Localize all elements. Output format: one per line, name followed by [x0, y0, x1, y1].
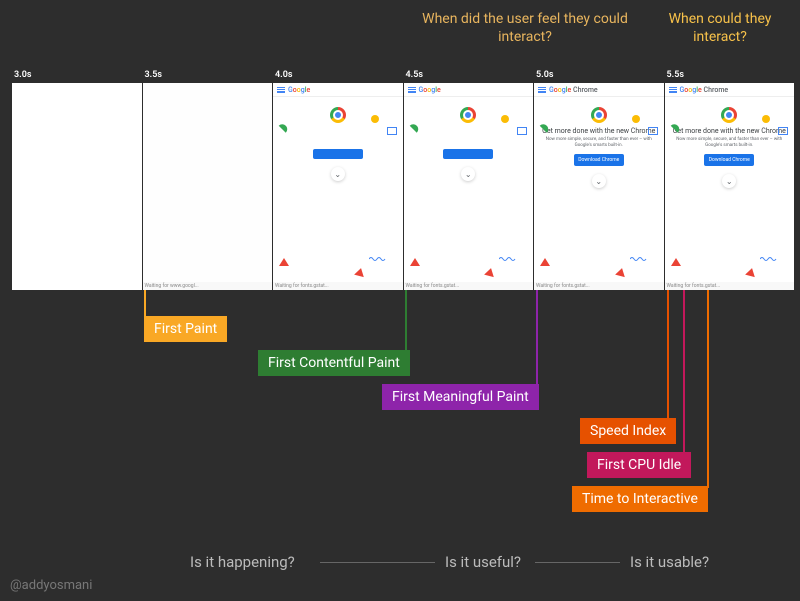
header-question-feel: When did the user feel they could intera…: [415, 10, 635, 46]
deco-rect: [648, 127, 658, 135]
time-label: 5.0s: [534, 70, 664, 80]
screenshot-partial: Google ⌄ Waiting for fonts.gstat...: [273, 83, 403, 290]
screenshot-partial: Google ⌄ Waiting for fonts.gstat...: [404, 83, 534, 290]
divider-line: [535, 562, 620, 563]
deco-rect: [387, 127, 397, 135]
divider-line: [320, 562, 435, 563]
time-label: 3.0s: [12, 70, 142, 80]
footer-question-usable: Is it usable?: [630, 553, 709, 571]
marker-line-fp: [144, 290, 146, 318]
deco-triangle: [410, 258, 420, 266]
deco-squiggle: [499, 256, 517, 264]
header-question-could: When could they interact?: [650, 10, 790, 46]
frame-2: 4.0s Google ⌄ Waiting for fonts.gstat...: [273, 70, 403, 290]
status-text: Waiting for www.googl...: [143, 282, 273, 290]
deco-triangle: [279, 258, 289, 266]
page-heading: Get more done with the new Chrome: [665, 127, 795, 135]
deco-circle: [762, 115, 770, 123]
deco-circle: [501, 115, 509, 123]
deco-triangle: [354, 267, 366, 277]
status-text: Waiting for fonts.gstat...: [665, 282, 795, 290]
chrome-icon: [721, 107, 737, 123]
deco-triangle: [540, 258, 550, 266]
chevron-down-icon: ⌄: [592, 174, 606, 188]
page-heading: Get more done with the new Chrome: [534, 127, 664, 135]
deco-circle: [632, 115, 640, 123]
deco-triangle: [745, 267, 757, 277]
hamburger-icon: [277, 87, 285, 93]
time-label: 4.0s: [273, 70, 403, 80]
deco-squiggle: [760, 256, 778, 264]
metric-time-to-interactive: Time to Interactive: [572, 486, 708, 512]
deco-squiggle: [369, 256, 387, 264]
metric-first-paint: First Paint: [144, 316, 227, 342]
hamburger-icon: [669, 87, 677, 93]
download-button-placeholder: [443, 149, 493, 159]
metric-first-meaningful-paint: First Meaningful Paint: [382, 384, 539, 410]
chrome-icon: [460, 107, 476, 123]
chrome-icon: [591, 107, 607, 123]
marker-line-tti: [707, 290, 709, 488]
frame-1: 3.5s Waiting for www.googl...: [143, 70, 273, 290]
status-text: Waiting for fonts.gstat...: [534, 282, 664, 290]
deco-squiggle: [630, 256, 648, 264]
screenshot-full: Google Chrome Get more done with the new…: [534, 83, 664, 290]
download-button-placeholder: [313, 149, 363, 159]
filmstrip: 3.0s 3.5s Waiting for www.googl... 4.0s …: [12, 70, 795, 290]
deco-triangle: [615, 267, 627, 277]
frame-0: 3.0s: [12, 70, 142, 290]
brand-logo: Google Chrome: [549, 86, 598, 94]
footer-question-useful: Is it useful?: [445, 553, 521, 571]
chevron-down-icon: ⌄: [331, 167, 345, 181]
time-label: 3.5s: [143, 70, 273, 80]
screenshot-blank: [12, 83, 142, 290]
brand-logo: Google Chrome: [680, 86, 729, 94]
chevron-down-icon: ⌄: [461, 167, 475, 181]
metric-speed-index: Speed Index: [580, 418, 676, 444]
footer-question-happening: Is it happening?: [190, 553, 295, 571]
metric-first-contentful-paint: First Contentful Paint: [258, 350, 410, 376]
marker-line-fcp: [405, 290, 407, 352]
chrome-icon: [330, 107, 346, 123]
time-label: 4.5s: [404, 70, 534, 80]
marker-line-si: [667, 290, 669, 420]
deco-circle: [371, 115, 379, 123]
download-button: Download Chrome: [704, 154, 754, 166]
chevron-down-icon: ⌄: [722, 174, 736, 188]
time-label: 5.5s: [665, 70, 795, 80]
author-credit: @addyosmani: [10, 578, 92, 593]
status-text: Waiting for fonts.gstat...: [273, 282, 403, 290]
marker-line-fmp: [536, 290, 538, 386]
marker-line-fci: [683, 290, 685, 454]
screenshot-loading: Waiting for www.googl...: [143, 83, 273, 290]
metric-first-cpu-idle: First CPU Idle: [587, 452, 691, 478]
deco-rect: [517, 127, 527, 135]
screenshot-full: Google Chrome Get more done with the new…: [665, 83, 795, 290]
hamburger-icon: [538, 87, 546, 93]
deco-triangle: [484, 267, 496, 277]
status-text: Waiting for fonts.gstat...: [404, 282, 534, 290]
page-subheading: Now more simple, secure, and faster than…: [665, 135, 795, 150]
hamburger-icon: [408, 87, 416, 93]
deco-rect: [778, 127, 788, 135]
brand-logo: Google: [288, 86, 310, 94]
frame-5: 5.5s Google Chrome Get more done with th…: [665, 70, 795, 290]
frame-4: 5.0s Google Chrome Get more done with th…: [534, 70, 664, 290]
frame-3: 4.5s Google ⌄ Waiting for fonts.gstat...: [404, 70, 534, 290]
brand-logo: Google: [419, 86, 441, 94]
page-subheading: Now more simple, secure, and faster than…: [534, 135, 664, 150]
download-button: Download Chrome: [574, 154, 624, 166]
deco-triangle: [671, 258, 681, 266]
